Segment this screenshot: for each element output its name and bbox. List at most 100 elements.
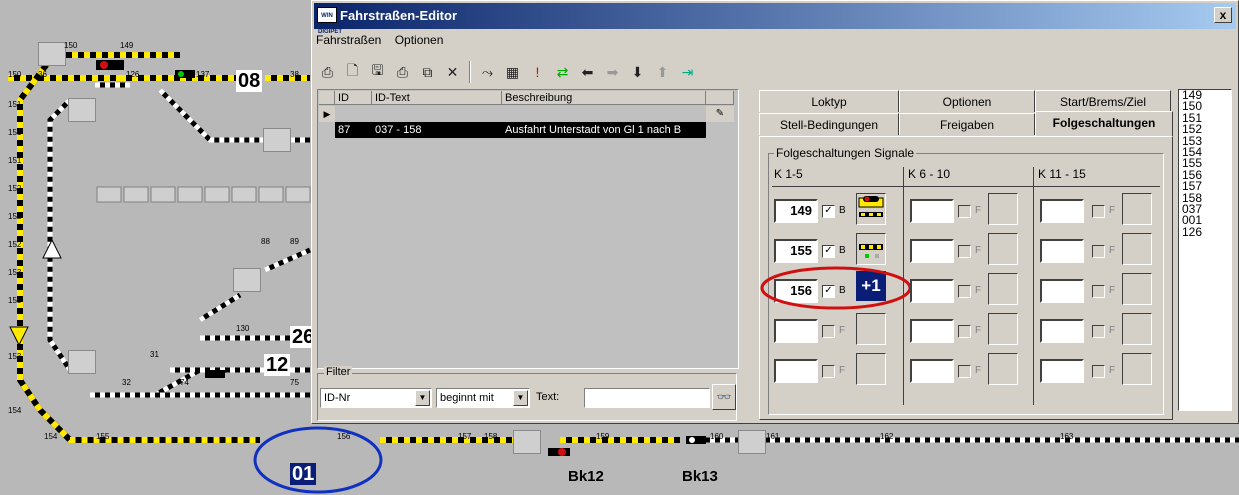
row-id: 87	[335, 122, 372, 138]
folge-signal-input-14[interactable]	[1040, 319, 1084, 343]
signal-aspect-slot[interactable]	[988, 193, 1018, 225]
folge-signal-input-9[interactable]	[910, 319, 954, 343]
signal-aspect-slot[interactable]	[856, 353, 886, 385]
folge-checkbox-7[interactable]	[958, 245, 971, 258]
highlight-ellipse-red	[760, 266, 912, 310]
folge-signal-input-5[interactable]	[774, 359, 818, 383]
print-icon[interactable]: ⎙	[391, 60, 414, 84]
folge-checkbox-4[interactable]	[822, 325, 835, 338]
folge-signal-input-2[interactable]: 155	[774, 239, 818, 263]
folge-flag-10: F	[975, 365, 982, 376]
folge-checkbox-13[interactable]	[1092, 285, 1105, 298]
signal-aspect-slot[interactable]	[1122, 233, 1152, 265]
edit-row-icon[interactable]: ✎	[706, 106, 734, 122]
signal-panel-icon[interactable]: ▦	[501, 60, 524, 84]
folge-checkbox-2[interactable]: ✓	[822, 245, 835, 258]
copy-icon[interactable]: ⧉	[416, 60, 439, 84]
folge-checkbox-5[interactable]	[822, 365, 835, 378]
new-icon[interactable]: 🗋	[341, 60, 364, 84]
folge-checkbox-1[interactable]: ✓	[822, 205, 835, 218]
folge-signal-input-12[interactable]	[1040, 239, 1084, 263]
track-block[interactable]	[68, 98, 96, 122]
folge-checkbox-12[interactable]	[1092, 245, 1105, 258]
warning-icon[interactable]: !	[526, 60, 549, 84]
arrow-up-icon[interactable]: ⬆	[651, 60, 674, 84]
folge-signal-input-15[interactable]	[1040, 359, 1084, 383]
folge-signal-input-8[interactable]	[910, 279, 954, 303]
tab-start-brems-ziel[interactable]: Start/Brems/Ziel	[1035, 90, 1171, 112]
row-pointer-icon: ▶	[319, 106, 335, 122]
route-grid: ID ID-Text Beschreibung ▶ 87 037 - 158 A…	[317, 89, 739, 369]
signal-aspect-slot[interactable]	[988, 313, 1018, 345]
track-block[interactable]	[738, 430, 766, 454]
signal-aspect-icon[interactable]	[856, 193, 886, 225]
track-block[interactable]	[513, 430, 541, 454]
track-label: 75	[290, 378, 299, 387]
chevron-down-icon[interactable]: ▼	[415, 390, 430, 406]
exit-icon[interactable]: ⇥	[676, 60, 699, 84]
bottom-track-label: 157	[458, 432, 472, 441]
track-block[interactable]	[263, 128, 291, 152]
folge-signal-input-7[interactable]	[910, 239, 954, 263]
filter-field-select[interactable]: ID-Nr ▼	[320, 388, 432, 408]
binoculars-icon: 👓	[716, 390, 732, 404]
track-block[interactable]	[68, 350, 96, 374]
close-button[interactable]: x	[1214, 7, 1232, 23]
signal-aspect-slot[interactable]	[988, 273, 1018, 305]
tab-loktyp[interactable]: Loktyp	[759, 90, 899, 112]
save-icon[interactable]: 🖫	[366, 60, 389, 84]
grid-header-id[interactable]: ID	[335, 91, 372, 105]
folge-checkbox-8[interactable]	[958, 285, 971, 298]
filter-text-input[interactable]	[584, 388, 710, 408]
folge-flag-5: F	[839, 365, 846, 376]
signal-list[interactable]: 149 150 151 152 153 154 155 156 157 158 …	[1178, 89, 1232, 411]
menu-optionen[interactable]: Optionen	[395, 33, 444, 47]
signal-aspect-slot[interactable]	[1122, 273, 1152, 305]
signal-aspect-slot[interactable]	[988, 233, 1018, 265]
arrow-down-icon[interactable]: ⬇	[626, 60, 649, 84]
track-block[interactable]	[38, 42, 66, 66]
folge-checkbox-14[interactable]	[1092, 325, 1105, 338]
table-row[interactable]: ▶ 87 037 - 158 Ausfahrt Unterstadt von G…	[319, 106, 734, 138]
grid-header-beschreibung[interactable]: Beschreibung	[502, 91, 706, 105]
arrow-right-icon[interactable]: ➡	[601, 60, 624, 84]
folge-signal-input-4[interactable]	[774, 319, 818, 343]
signal-aspect-slot[interactable]	[988, 353, 1018, 385]
grid-header-id-text[interactable]: ID-Text	[372, 91, 502, 105]
menu-fahrstrassen[interactable]: Fahrstraßen	[316, 33, 381, 47]
print-preview-icon[interactable]: ⎙	[316, 60, 339, 84]
folge-checkbox-6[interactable]	[958, 205, 971, 218]
track-label: 149	[120, 41, 134, 50]
folge-checkbox-11[interactable]	[1092, 205, 1105, 218]
folge-signal-input-6[interactable]	[910, 199, 954, 223]
folge-signal-input-13[interactable]	[1040, 279, 1084, 303]
signal-aspect-slot[interactable]	[1122, 353, 1152, 385]
tab-optionen[interactable]: Optionen	[899, 90, 1035, 112]
route-icon[interactable]: ⤳	[476, 60, 499, 84]
folge-checkbox-15[interactable]	[1092, 365, 1105, 378]
filter-mode-select[interactable]: beginnt mit ▼	[436, 388, 530, 408]
delete-icon[interactable]: ✕	[441, 60, 464, 84]
folge-signal-input-1[interactable]: 149	[774, 199, 818, 223]
folge-signal-input-10[interactable]	[910, 359, 954, 383]
tab-freigaben[interactable]: Freigaben	[899, 113, 1035, 135]
signal-aspect-slot[interactable]	[1122, 193, 1152, 225]
arrow-left-icon[interactable]: ⬅	[576, 60, 599, 84]
signal-aspect-icon[interactable]	[856, 233, 886, 265]
folge-checkbox-10[interactable]	[958, 365, 971, 378]
list-item[interactable]: 126	[1182, 226, 1231, 238]
grid-header-extra	[706, 91, 734, 105]
signal-aspect-slot[interactable]	[1122, 313, 1152, 345]
folge-checkbox-9[interactable]	[958, 325, 971, 338]
title-bar[interactable]: WIN DIGIPET Fahrstraßen-Editor x	[314, 3, 1236, 35]
chevron-down-icon[interactable]: ▼	[513, 390, 528, 406]
tab-stell-bedingungen[interactable]: Stell-Bedingungen	[759, 113, 899, 135]
track-block[interactable]	[233, 268, 261, 292]
folge-signal-input-11[interactable]	[1040, 199, 1084, 223]
binoculars-search-button[interactable]: 👓	[712, 384, 736, 410]
row-id-text: 037 - 158	[372, 122, 502, 138]
signal-aspect-slot[interactable]	[856, 313, 886, 345]
swap-icon[interactable]: ⇄	[551, 60, 574, 84]
track-label: 126	[126, 70, 140, 79]
tab-folgeschaltungen[interactable]: Folgeschaltungen	[1035, 111, 1173, 137]
